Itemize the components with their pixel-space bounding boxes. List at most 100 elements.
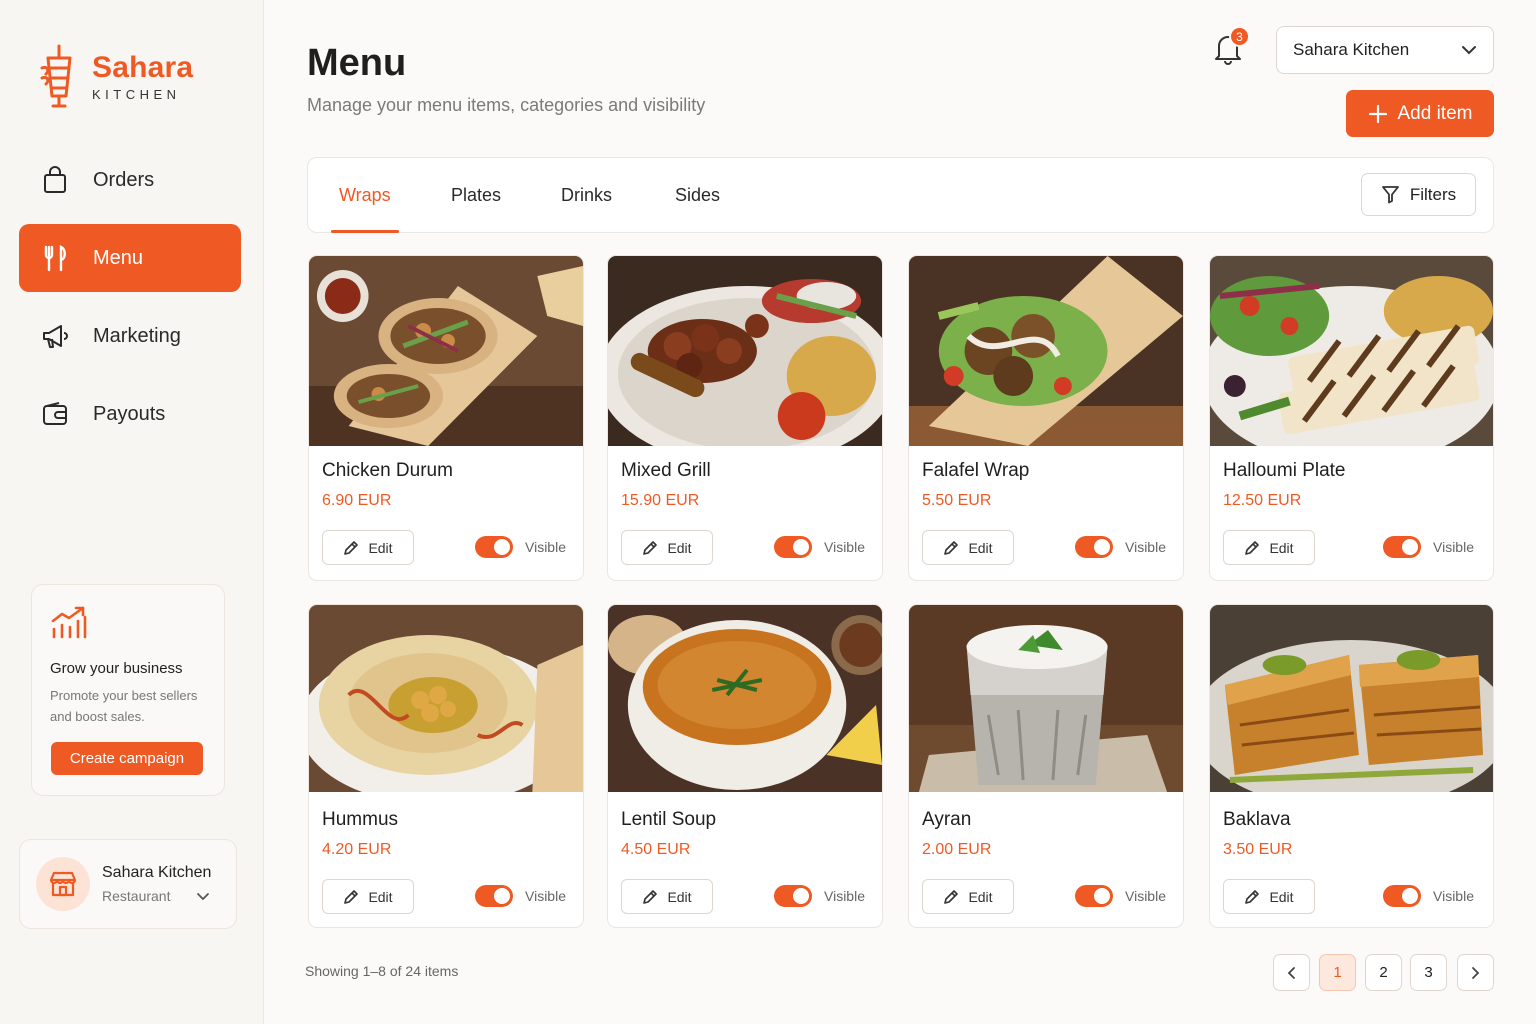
edit-button[interactable]: Edit: [1223, 879, 1315, 914]
megaphone-icon: [43, 325, 68, 348]
sidebar-item-orders[interactable]: Orders: [19, 146, 241, 214]
edit-button[interactable]: Edit: [621, 530, 713, 565]
edit-label: Edit: [1269, 539, 1294, 556]
edit-label: Edit: [1269, 888, 1294, 905]
visibility-toggle[interactable]: [475, 885, 513, 907]
visibility-label: Visible: [1433, 888, 1474, 904]
item-price: 3.50 EUR: [1223, 841, 1293, 858]
tab-drinks[interactable]: Drinks: [561, 158, 612, 233]
sidebar-item-label: Payouts: [93, 402, 166, 425]
add-item-label: Add item: [1397, 102, 1473, 124]
item-price: 4.20 EUR: [322, 841, 392, 858]
edit-label: Edit: [968, 888, 993, 905]
filters-button[interactable]: Filters: [1361, 173, 1476, 216]
edit-button[interactable]: Edit: [1223, 530, 1315, 565]
filters-label: Filters: [1409, 184, 1457, 204]
sidebar-item-marketing[interactable]: Marketing: [19, 302, 241, 370]
account-name: Sahara Kitchen: [102, 864, 212, 881]
brand-sub: KITCHEN: [92, 86, 181, 102]
edit-button[interactable]: Edit: [621, 879, 713, 914]
item-price: 15.90 EUR: [621, 492, 700, 509]
sidebar-item-menu[interactable]: Menu: [19, 224, 241, 292]
item-price: 5.50 EUR: [922, 492, 992, 509]
menu-item-photo: [309, 256, 583, 446]
item-price: 12.50 EUR: [1223, 492, 1302, 509]
tab-sides[interactable]: Sides: [675, 158, 720, 233]
growth-chart-icon: [51, 606, 87, 639]
add-item-button[interactable]: Add item: [1346, 90, 1494, 137]
menu-item-photo: [1210, 605, 1493, 792]
item-name: Ayran: [922, 809, 972, 830]
visibility-label: Visible: [525, 539, 566, 555]
pencil-icon: [643, 889, 658, 904]
sidebar-item-label: Menu: [93, 246, 144, 269]
brand-name: Sahara: [92, 50, 194, 84]
pencil-icon: [944, 540, 959, 555]
account-role: Restaurant: [102, 888, 171, 904]
menu-item-photo: [1210, 256, 1493, 446]
brand-logo[interactable]: Sahara KITCHEN: [38, 44, 193, 110]
menu-item-photo: [608, 605, 882, 792]
menu-item-photo: [309, 605, 583, 792]
chevron-down-icon: [1462, 46, 1476, 55]
visibility-toggle[interactable]: [1075, 885, 1113, 907]
item-name: Mixed Grill: [621, 460, 711, 481]
wallet-icon: [43, 402, 67, 425]
menu-item-card: Baklava 3.50 EUR Edit Visible: [1209, 604, 1494, 928]
plus-icon: [1368, 104, 1387, 123]
store-select-value: Sahara Kitchen: [1293, 40, 1410, 59]
menu-item-card: Halloumi Plate 12.50 EUR Edit Visible: [1209, 255, 1494, 581]
sidebar-item-payouts[interactable]: Payouts: [19, 380, 241, 448]
doner-logo-icon: [40, 44, 72, 108]
menu-item-photo: [909, 256, 1183, 446]
visibility-toggle[interactable]: [1075, 536, 1113, 558]
menu-item-photo: [608, 256, 882, 446]
tab-plates[interactable]: Plates: [451, 158, 501, 233]
item-name: Hummus: [322, 809, 399, 830]
edit-button[interactable]: Edit: [922, 879, 1014, 914]
chevron-right-icon: [1472, 966, 1480, 979]
promo-title: Grow your business: [50, 660, 183, 677]
visibility-toggle[interactable]: [1383, 536, 1421, 558]
item-price: 4.50 EUR: [621, 841, 691, 858]
results-summary: Showing 1–8 of 24 items: [305, 963, 459, 979]
item-name: Falafel Wrap: [922, 460, 1030, 481]
sidebar: Sahara KITCHEN Orders Menu Marketing Pay…: [0, 0, 264, 1024]
edit-label: Edit: [368, 539, 393, 556]
shopping-bag-icon: [44, 166, 66, 193]
pencil-icon: [1245, 889, 1260, 904]
visibility-toggle[interactable]: [1383, 885, 1421, 907]
sidebar-item-label: Marketing: [93, 324, 181, 347]
page-button-3[interactable]: 3: [1410, 954, 1447, 991]
edit-button[interactable]: Edit: [322, 879, 414, 914]
page-button-1[interactable]: 1: [1319, 954, 1356, 991]
visibility-label: Visible: [525, 888, 566, 904]
pencil-icon: [944, 889, 959, 904]
visibility-toggle[interactable]: [475, 536, 513, 558]
visibility-label: Visible: [824, 888, 865, 904]
storefront-icon: [49, 871, 77, 897]
visibility-toggle[interactable]: [774, 536, 812, 558]
pencil-icon: [344, 889, 359, 904]
edit-button[interactable]: Edit: [322, 530, 414, 565]
account-switcher[interactable]: Sahara Kitchen Restaurant: [19, 839, 237, 929]
notification-badge: 3: [1229, 26, 1250, 47]
store-select[interactable]: Sahara Kitchen: [1276, 26, 1494, 74]
page-button-2[interactable]: 2: [1365, 954, 1402, 991]
create-campaign-button[interactable]: Create campaign: [51, 742, 203, 775]
edit-button[interactable]: Edit: [922, 530, 1014, 565]
visibility-toggle[interactable]: [774, 885, 812, 907]
fork-knife-icon: [44, 245, 66, 272]
edit-label: Edit: [968, 539, 993, 556]
item-name: Halloumi Plate: [1223, 460, 1346, 481]
filter-icon: [1381, 186, 1399, 204]
edit-label: Edit: [667, 888, 692, 905]
prev-page-button[interactable]: [1273, 954, 1310, 991]
page-subtitle: Manage your menu items, categories and v…: [307, 95, 706, 115]
next-page-button[interactable]: [1457, 954, 1494, 991]
sidebar-nav: Orders Menu Marketing Payouts: [19, 146, 241, 458]
item-name: Lentil Soup: [621, 809, 717, 830]
edit-label: Edit: [368, 888, 393, 905]
page-title: Menu: [307, 42, 407, 84]
tab-wraps[interactable]: Wraps: [331, 158, 399, 233]
